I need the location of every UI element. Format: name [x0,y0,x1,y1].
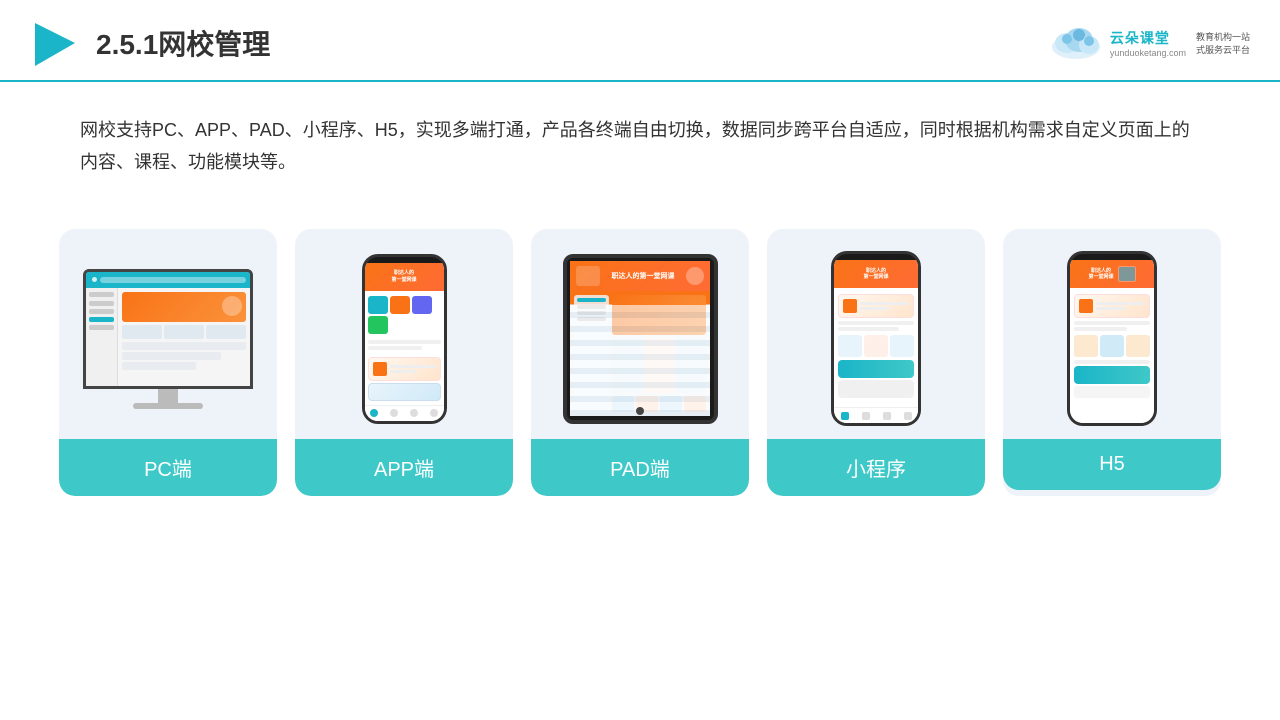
phone-app: 职达人的第一堂网课 [362,254,447,424]
cloud-logo-icon [1049,25,1104,61]
device-cards: PC端 职达人的第一堂网课 [0,209,1280,496]
logo-area: 云朵课堂 yunduoketang.com 教育机构一站 式服务云平台 [1049,25,1250,61]
logo-tagline2: 式服务云平台 [1196,43,1250,56]
page-header: 2.5.1网校管理 云朵课堂 yunduoketang.com 教育机构一站 [0,0,1280,82]
card-pc: PC端 [59,229,277,496]
page-title: 2.5.1网校管理 [96,23,270,63]
logo-domain: yunduoketang.com [1110,48,1186,58]
card-h5-image: 职达人的第一堂网课 [1003,229,1221,439]
card-pad: 职达人的第一堂网课 [531,229,749,496]
card-app: 职达人的第一堂网课 [295,229,513,496]
card-pc-label: PC端 [59,439,277,496]
card-pad-image: 职达人的第一堂网课 [531,229,749,439]
logo-tagline: 教育机构一站 [1196,30,1250,43]
card-mini: 职达人的第一堂网课 [767,229,985,496]
card-pad-label: PAD端 [531,439,749,496]
logo-brand: 云朵课堂 [1110,28,1186,48]
tablet-pad: 职达人的第一堂网课 [563,254,718,424]
header-left: 2.5.1网校管理 [30,18,270,68]
card-mini-label: 小程序 [767,439,985,496]
monitor-screen [83,269,253,389]
card-h5-label: H5 [1003,439,1221,490]
card-h5: 职达人的第一堂网课 [1003,229,1221,496]
phone-mini: 职达人的第一堂网课 [831,251,921,426]
card-app-label: APP端 [295,439,513,496]
card-app-image: 职达人的第一堂网课 [295,229,513,439]
phone-h5: 职达人的第一堂网课 [1067,251,1157,426]
play-icon [30,18,80,68]
card-mini-image: 职达人的第一堂网课 [767,229,985,439]
description-text: 网校支持PC、APP、PAD、小程序、H5，实现多端打通，产品各终端自由切换，数… [0,82,1280,199]
card-pc-image [59,229,277,439]
